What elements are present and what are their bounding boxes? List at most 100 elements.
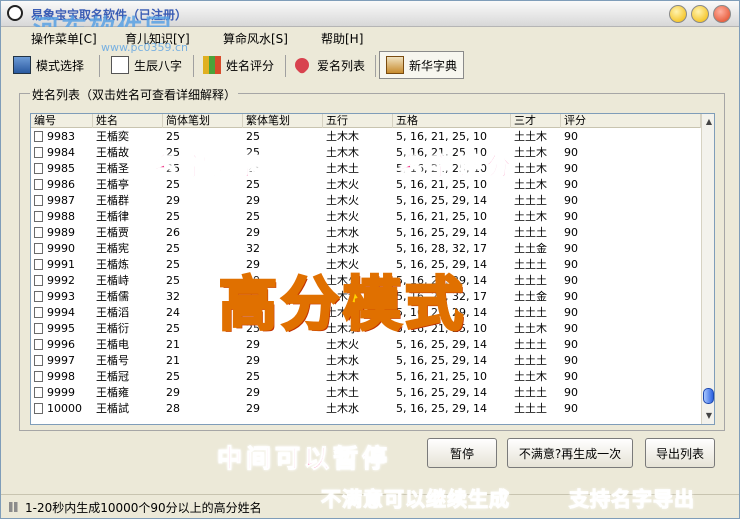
cell-id-text: 9985	[47, 162, 75, 175]
mode-select-button[interactable]: 模式选择	[7, 51, 90, 79]
cell-score: 90	[564, 274, 578, 287]
cell-score: 90	[564, 226, 578, 239]
header-name[interactable]: 姓名	[93, 114, 163, 128]
cell-simplified-strokes: 28	[166, 402, 180, 415]
cell-id: 9988	[31, 209, 93, 225]
table-row[interactable]: 9989 王楯贾 26 29 土木水 5, 16, 25, 29, 14 土土土 90	[31, 225, 701, 241]
table-row[interactable]: 9985 王楯圣 25 25 土木土 5, 16, 21, 25, 10 土土木 90	[31, 161, 701, 177]
close-button[interactable]	[713, 5, 731, 23]
document-icon	[34, 211, 43, 222]
cell-five-elements: 土木水	[326, 402, 359, 415]
cell-score: 90	[564, 322, 578, 335]
table-row[interactable]: 9987 王楯群 29 29 土木火 5, 16, 25, 29, 14 土土土 90	[31, 193, 701, 209]
table-row[interactable]: 9988 王楯律 25 25 土木火 5, 16, 21, 25, 10 土土木 90	[31, 209, 701, 225]
menu-help[interactable]: 帮助[H]	[321, 30, 363, 47]
table-row[interactable]: 9997 王楯号 21 29 土木水 5, 16, 25, 29, 14 土土土 90	[31, 353, 701, 369]
app-icon	[7, 5, 23, 21]
cell-five-grids: 5, 16, 25, 29, 14	[396, 194, 487, 207]
cell-score: 90	[564, 338, 578, 351]
dictionary-button[interactable]: 新华字典	[379, 51, 465, 79]
scroll-down-icon[interactable]: ▼	[703, 410, 714, 422]
pause-button[interactable]: 暂停	[427, 438, 497, 468]
cell-score: 90	[564, 306, 578, 319]
cell-score: 90	[564, 178, 578, 191]
mode-select-label: 模式选择	[36, 58, 85, 73]
cell-five-elements: 土木木	[326, 370, 359, 383]
minimize-button[interactable]	[669, 5, 687, 23]
favorite-list-button[interactable]: 爱名列表	[289, 51, 371, 79]
cell-simplified-strokes: 29	[166, 386, 180, 399]
cell-id: 9998	[31, 369, 93, 385]
header-traditional-strokes[interactable]: 繁体笔划	[243, 114, 323, 128]
cell-three-talents: 土土土	[514, 258, 547, 271]
header-simplified-strokes[interactable]: 简体笔划	[163, 114, 243, 128]
cell-five-grids: 5, 16, 25, 29, 14	[396, 402, 487, 415]
scroll-up-icon[interactable]: ▲	[703, 116, 714, 128]
cell-id: 9983	[31, 129, 93, 145]
vertical-scrollbar[interactable]: ▲ ▼	[701, 114, 714, 424]
title-bar[interactable]: 易象宝宝取名软件（已注册） 河东软件园	[1, 1, 739, 45]
dictionary-label: 新华字典	[409, 58, 458, 73]
cell-id: 9987	[31, 193, 93, 209]
menu-fortune[interactable]: 算命风水[S]	[223, 30, 288, 47]
cell-simplified-strokes: 21	[166, 354, 180, 367]
menu-operate[interactable]: 操作菜单[C]	[31, 30, 97, 47]
table-row[interactable]: 9986 王楯亭 25 25 土木火 5, 16, 21, 25, 10 土土木 90	[31, 177, 701, 193]
cell-five-grids: 5, 16, 25, 29, 14	[396, 386, 487, 399]
cell-traditional-strokes: 29	[246, 386, 260, 399]
name-score-label: 姓名评分	[226, 58, 275, 73]
cell-three-talents: 土土木	[514, 370, 547, 383]
cell-id: 9984	[31, 145, 93, 161]
bazi-icon	[111, 56, 129, 74]
document-icon	[34, 403, 43, 414]
export-list-button[interactable]: 导出列表	[645, 438, 715, 468]
name-list-group-label: 姓名列表（双击姓名可查看详细解释）	[30, 86, 239, 103]
favorite-list-label: 爱名列表	[317, 58, 366, 73]
cell-name: 王楯宪	[96, 242, 129, 255]
header-score[interactable]: 评分	[561, 114, 701, 128]
cell-id: 9989	[31, 225, 93, 241]
scroll-thumb[interactable]	[703, 388, 714, 404]
cell-score: 90	[564, 290, 578, 303]
cell-five-grids: 5, 16, 21, 25, 10	[396, 130, 487, 143]
name-score-button[interactable]: 姓名评分	[197, 51, 280, 79]
cell-three-talents: 土土木	[514, 130, 547, 143]
cell-score: 90	[564, 354, 578, 367]
bazi-button[interactable]: 生辰八字	[105, 51, 188, 79]
table-row[interactable]: 9984 王楯故 25 25 土木木 5, 16, 21, 25, 10 土土木 90	[31, 145, 701, 161]
cell-five-elements: 土木水	[326, 242, 359, 255]
table-row[interactable]: 9999 王楯雍 29 29 土木土 5, 16, 25, 29, 14 土土土 90	[31, 385, 701, 401]
cell-five-grids: 5, 16, 28, 32, 17	[396, 242, 487, 255]
cell-three-talents: 土土木	[514, 178, 547, 191]
cell-id: 9996	[31, 337, 93, 353]
document-icon	[34, 179, 43, 190]
cell-three-talents: 土土土	[514, 402, 547, 415]
header-id[interactable]: 编号	[31, 114, 93, 128]
cell-traditional-strokes: 29	[246, 354, 260, 367]
header-five-elements[interactable]: 五行	[323, 114, 393, 128]
table-row[interactable]: 9998 王楯冠 25 25 土木木 5, 16, 21, 25, 10 土土木 90	[31, 369, 701, 385]
header-five-grids[interactable]: 五格	[393, 114, 511, 128]
annotation-export-support: 支持名字导出	[569, 487, 695, 512]
cell-traditional-strokes: 29	[246, 402, 260, 415]
table-row[interactable]: 10000 王楯試 28 29 土木水 5, 16, 25, 29, 14 土土土 90	[31, 401, 701, 417]
cell-score: 90	[564, 130, 578, 143]
maximize-button[interactable]	[691, 5, 709, 23]
toolbar-separator	[375, 55, 376, 77]
cell-five-grids: 5, 16, 21, 25, 10	[396, 370, 487, 383]
annotation-high-score-mode: 高分模式	[217, 269, 468, 340]
cell-five-elements: 土木火	[326, 210, 359, 223]
cell-name: 王楯律	[96, 210, 129, 223]
table-row[interactable]: 9990 王楯宪 25 32 土木水 5, 16, 28, 32, 17 土土金 90	[31, 241, 701, 257]
document-icon	[34, 323, 43, 334]
table-row[interactable]: 9983 王楯奕 25 25 土木木 5, 16, 21, 25, 10 土土木 90	[31, 129, 701, 145]
document-icon	[34, 275, 43, 286]
cell-simplified-strokes: 25	[166, 210, 180, 223]
cell-three-talents: 土土金	[514, 242, 547, 255]
dictionary-icon	[386, 56, 404, 74]
cell-three-talents: 土土土	[514, 274, 547, 287]
regenerate-button[interactable]: 不满意?再生成一次	[507, 438, 633, 468]
bazi-label: 生辰八字	[134, 58, 183, 73]
annotation-name-list: 名字列表	[152, 152, 270, 182]
header-three-talents[interactable]: 三才	[511, 114, 561, 128]
